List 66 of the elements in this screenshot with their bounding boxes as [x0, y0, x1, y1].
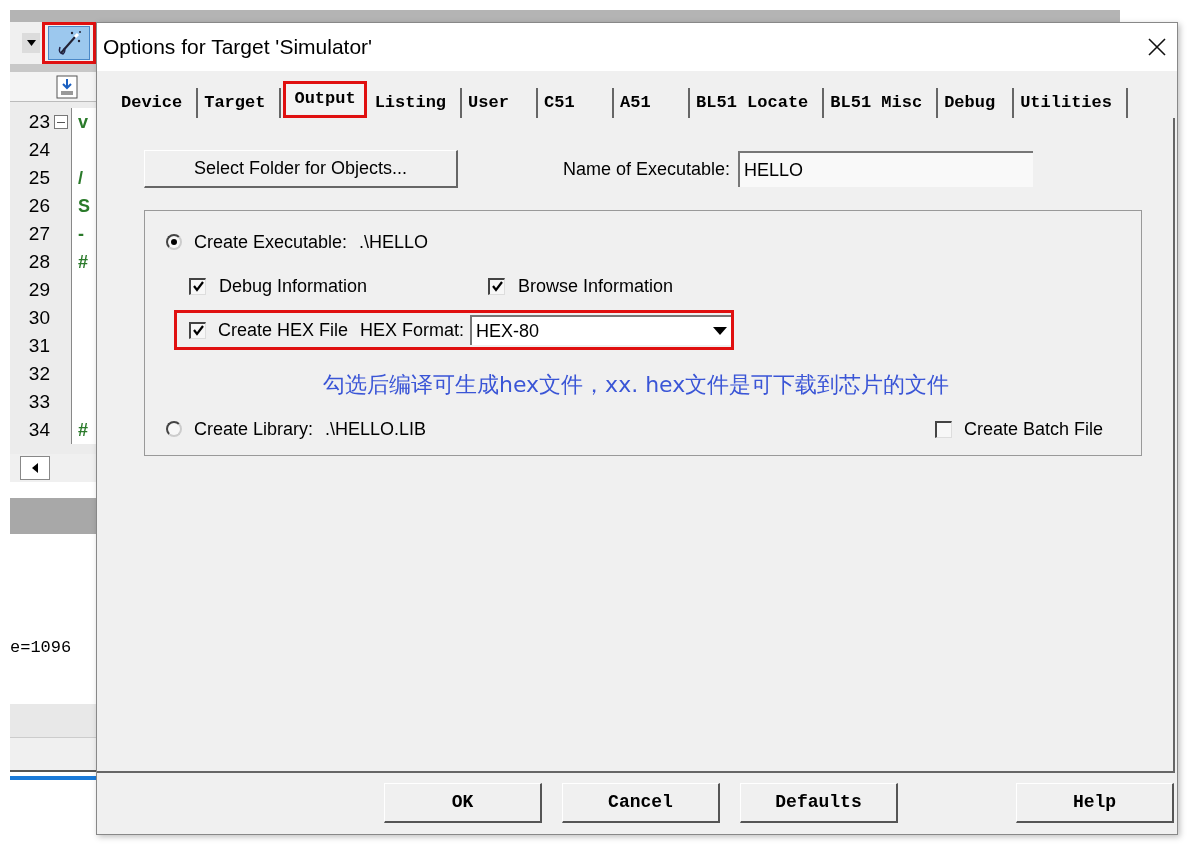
field-label: HEX Format:: [360, 318, 465, 342]
annotation-text: 勾选后编译可生成hex文件，xx. hex文件是可下载到芯片的文件: [323, 372, 950, 397]
code-text: S: [78, 194, 90, 218]
line-number: 31: [27, 333, 50, 358]
tab[interactable]: BL51 Misc: [824, 88, 939, 118]
tab[interactable]: Listing: [368, 88, 463, 118]
code-text: /: [78, 166, 83, 190]
checkbox-label: Create HEX File: [218, 318, 349, 342]
radio-button[interactable]: [166, 234, 182, 250]
dialog-button[interactable]: Defaults: [740, 783, 898, 823]
code-text: #: [78, 250, 88, 274]
line-number: 28: [27, 249, 50, 274]
radio-label: Create Library:: [194, 417, 314, 441]
line-number: 29: [27, 277, 50, 302]
close-icon[interactable]: [1147, 37, 1167, 57]
tab[interactable]: Utilities: [1014, 88, 1128, 118]
line-number: 30: [27, 305, 50, 330]
select-folder-button[interactable]: Select Folder for Objects...: [144, 150, 458, 188]
tab[interactable]: Target: [198, 88, 282, 118]
tab[interactable]: Device: [115, 88, 199, 118]
fold-box-icon[interactable]: [53, 115, 68, 129]
line-number: 25: [27, 165, 50, 190]
name-input-field[interactable]: HELLO: [738, 151, 1034, 187]
checkbox[interactable]: [189, 277, 206, 295]
check-icon: [191, 280, 205, 293]
window-title: Options for Target 'Simulator': [103, 34, 374, 61]
tab[interactable]: Output: [286, 84, 364, 114]
tab[interactable]: C51: [538, 88, 615, 118]
tab[interactable]: User: [462, 88, 539, 118]
checkbox-label: Browse Information: [518, 274, 674, 298]
radio-button[interactable]: [166, 421, 182, 437]
checkbox[interactable]: [189, 321, 206, 339]
line-number: 34: [27, 417, 50, 442]
checkbox[interactable]: [488, 277, 505, 295]
line-number: 27: [27, 221, 50, 246]
checkbox[interactable]: [934, 420, 952, 438]
line-number: 26: [27, 193, 50, 218]
dialog-button[interactable]: OK: [384, 783, 542, 823]
code-text: -: [78, 222, 84, 246]
scroll-left-button[interactable]: [20, 456, 50, 480]
dialog-button[interactable]: Cancel: [562, 783, 720, 823]
caret-icon: [26, 40, 36, 46]
line-number: 33: [27, 389, 50, 414]
code-text: #: [78, 418, 88, 442]
tab[interactable]: Debug: [938, 88, 1015, 118]
line-number: 32: [27, 361, 50, 386]
code-text: v: [78, 110, 88, 134]
check-icon: [191, 324, 205, 337]
caret-icon: [713, 327, 727, 335]
radio-label: Create Executable:: [194, 230, 348, 254]
options-toolbar-button[interactable]: [48, 26, 90, 60]
path-text: .\HELLO.LIB: [325, 417, 428, 441]
left-arrow-icon: [32, 463, 38, 473]
tab[interactable]: BL51 Locate: [690, 88, 825, 118]
field-label: Name of Executable:: [563, 157, 731, 181]
dialog-button[interactable]: Help: [1016, 783, 1174, 823]
checkbox-label: Debug Information: [219, 274, 369, 298]
hex-format-dropdown[interactable]: HEX-80: [470, 315, 731, 345]
tab[interactable]: A51: [614, 88, 691, 118]
check-icon: [490, 280, 504, 293]
output-text: e=1096: [10, 636, 73, 659]
dropdown-button[interactable]: [22, 33, 40, 53]
line-number: 24: [27, 137, 50, 162]
line-number: 23: [27, 109, 50, 134]
path-text: .\HELLO: [359, 230, 429, 254]
checkbox-label: Create Batch File: [963, 417, 1103, 441]
